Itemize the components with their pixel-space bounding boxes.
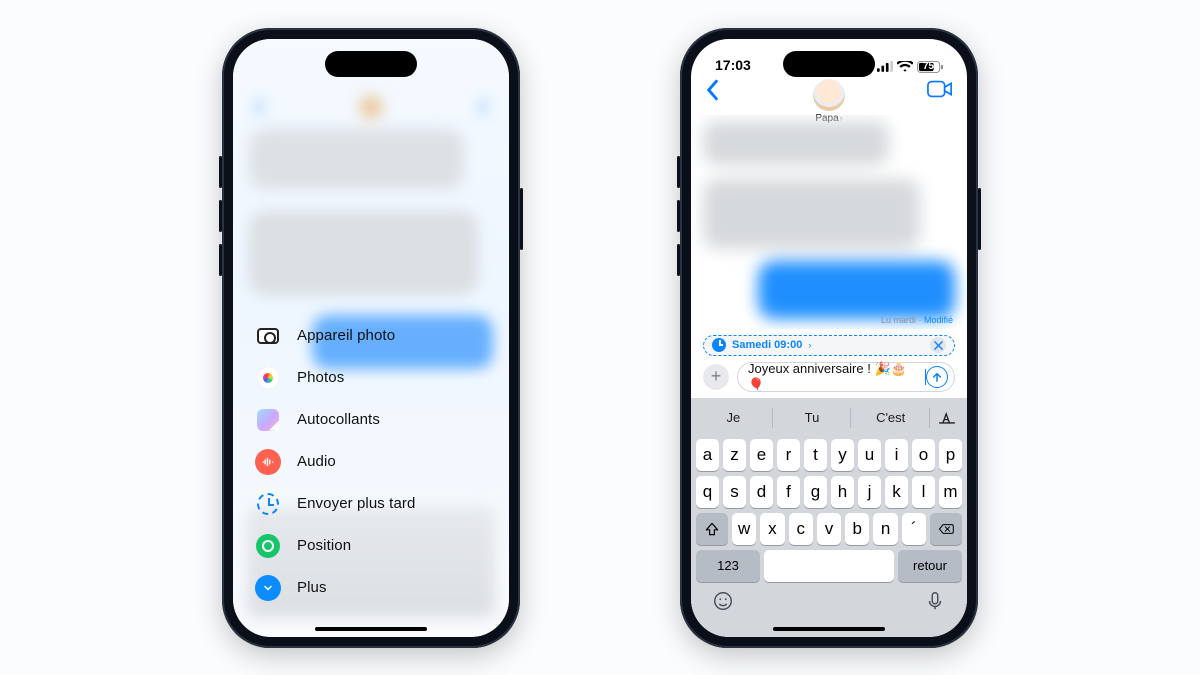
avatar: [813, 79, 845, 111]
attachment-menu-label: Envoyer plus tard: [297, 495, 415, 512]
battery-percent: 75: [923, 61, 934, 72]
key[interactable]: b: [845, 513, 869, 545]
key[interactable]: r: [777, 439, 800, 471]
attachment-menu-label: Plus: [297, 579, 327, 596]
home-indicator[interactable]: [315, 627, 427, 631]
key[interactable]: a: [696, 439, 719, 471]
key-row-4: 123 retour: [696, 550, 962, 582]
key[interactable]: j: [858, 476, 881, 508]
prediction-suggestion[interactable]: Je: [694, 402, 773, 434]
dictation-button[interactable]: [924, 590, 946, 617]
add-attachment-button[interactable]: +: [703, 364, 729, 390]
key[interactable]: x: [760, 513, 784, 545]
attachment-menu-label: Position: [297, 537, 351, 554]
key[interactable]: f: [777, 476, 800, 508]
attachment-menu-label: Autocollants: [297, 411, 380, 428]
attachment-menu-label: Appareil photo: [297, 327, 395, 344]
scheduled-send-chip[interactable]: Samedi 09:00 ›: [703, 335, 955, 356]
message-text: Joyeux anniversaire ! 🎉🎂🎈: [748, 361, 921, 393]
wifi-icon: [897, 61, 913, 73]
prediction-bar: Je Tu C'est: [694, 402, 964, 434]
attachment-menu-audio[interactable]: Audio: [255, 441, 487, 483]
status-time: 17:03: [715, 57, 751, 73]
attachment-menu-stickers[interactable]: Autocollants: [255, 399, 487, 441]
back-button[interactable]: [705, 79, 719, 105]
conversation-scroll[interactable]: Lu mardi · Modifié: [691, 115, 967, 329]
attachment-menu-location[interactable]: Position: [255, 525, 487, 567]
key[interactable]: ´: [902, 513, 926, 545]
attachment-menu-camera[interactable]: Appareil photo: [255, 315, 487, 357]
delete-key[interactable]: [930, 513, 962, 545]
key[interactable]: s: [723, 476, 746, 508]
autocorrect-toggle[interactable]: [930, 402, 964, 434]
key[interactable]: m: [939, 476, 962, 508]
key[interactable]: c: [789, 513, 813, 545]
send-button[interactable]: [926, 366, 948, 388]
key[interactable]: e: [750, 439, 773, 471]
key-row-3: w x c v b n ´: [696, 513, 962, 545]
key[interactable]: q: [696, 476, 719, 508]
facetime-button[interactable]: [927, 79, 953, 104]
read-receipt: Lu mardi · Modifié: [881, 315, 953, 325]
shift-key[interactable]: [696, 513, 728, 545]
chevron-down-icon: [255, 575, 281, 601]
key[interactable]: i: [885, 439, 908, 471]
key[interactable]: d: [750, 476, 773, 508]
key[interactable]: k: [885, 476, 908, 508]
phone-left: Appareil photo Photos Autocollants Audio…: [222, 28, 520, 648]
stickers-icon: [255, 407, 281, 433]
prediction-suggestion[interactable]: Tu: [773, 402, 852, 434]
key[interactable]: v: [817, 513, 841, 545]
photos-icon: [255, 365, 281, 391]
dynamic-island: [783, 51, 875, 77]
key[interactable]: n: [873, 513, 897, 545]
scheduled-send-label: Samedi 09:00: [732, 339, 802, 351]
cellular-icon: [877, 61, 893, 72]
key-row-1: a z e r t y u i o p: [696, 439, 962, 471]
space-key[interactable]: [764, 550, 894, 582]
keyboard: Je Tu C'est a z e r t y u i o p q: [691, 398, 967, 637]
key[interactable]: h: [831, 476, 854, 508]
location-icon: [255, 533, 281, 559]
key[interactable]: y: [831, 439, 854, 471]
attachment-menu-more[interactable]: Plus: [255, 567, 487, 609]
cancel-schedule-button[interactable]: [930, 337, 946, 353]
dynamic-island: [325, 51, 417, 77]
key[interactable]: t: [804, 439, 827, 471]
message-input[interactable]: Joyeux anniversaire ! 🎉🎂🎈: [737, 362, 955, 392]
emoji-keyboard-button[interactable]: [712, 590, 734, 617]
conversation-header: Papa›: [691, 77, 967, 115]
attachment-menu: Appareil photo Photos Autocollants Audio…: [233, 315, 509, 637]
compose-bar: + Joyeux anniversaire ! 🎉🎂🎈: [691, 360, 967, 398]
key[interactable]: o: [912, 439, 935, 471]
numbers-key[interactable]: 123: [696, 550, 760, 582]
key[interactable]: z: [723, 439, 746, 471]
audio-icon: [255, 449, 281, 475]
phone-right: 17:03 75 Papa›: [680, 28, 978, 648]
key[interactable]: w: [732, 513, 756, 545]
clock-icon: [712, 338, 726, 352]
attachment-menu-photos[interactable]: Photos: [255, 357, 487, 399]
key[interactable]: l: [912, 476, 935, 508]
attachment-menu-send-later[interactable]: Envoyer plus tard: [255, 483, 487, 525]
camera-icon: [255, 323, 281, 349]
chevron-right-icon: ›: [808, 340, 811, 350]
attachment-menu-label: Audio: [297, 453, 336, 470]
key[interactable]: p: [939, 439, 962, 471]
home-indicator[interactable]: [773, 627, 885, 631]
prediction-suggestion[interactable]: C'est: [851, 402, 930, 434]
return-key[interactable]: retour: [898, 550, 962, 582]
attachment-menu-label: Photos: [297, 369, 344, 386]
key-row-2: q s d f g h j k l m: [696, 476, 962, 508]
key[interactable]: g: [804, 476, 827, 508]
clock-dashed-icon: [255, 491, 281, 517]
key[interactable]: u: [858, 439, 881, 471]
